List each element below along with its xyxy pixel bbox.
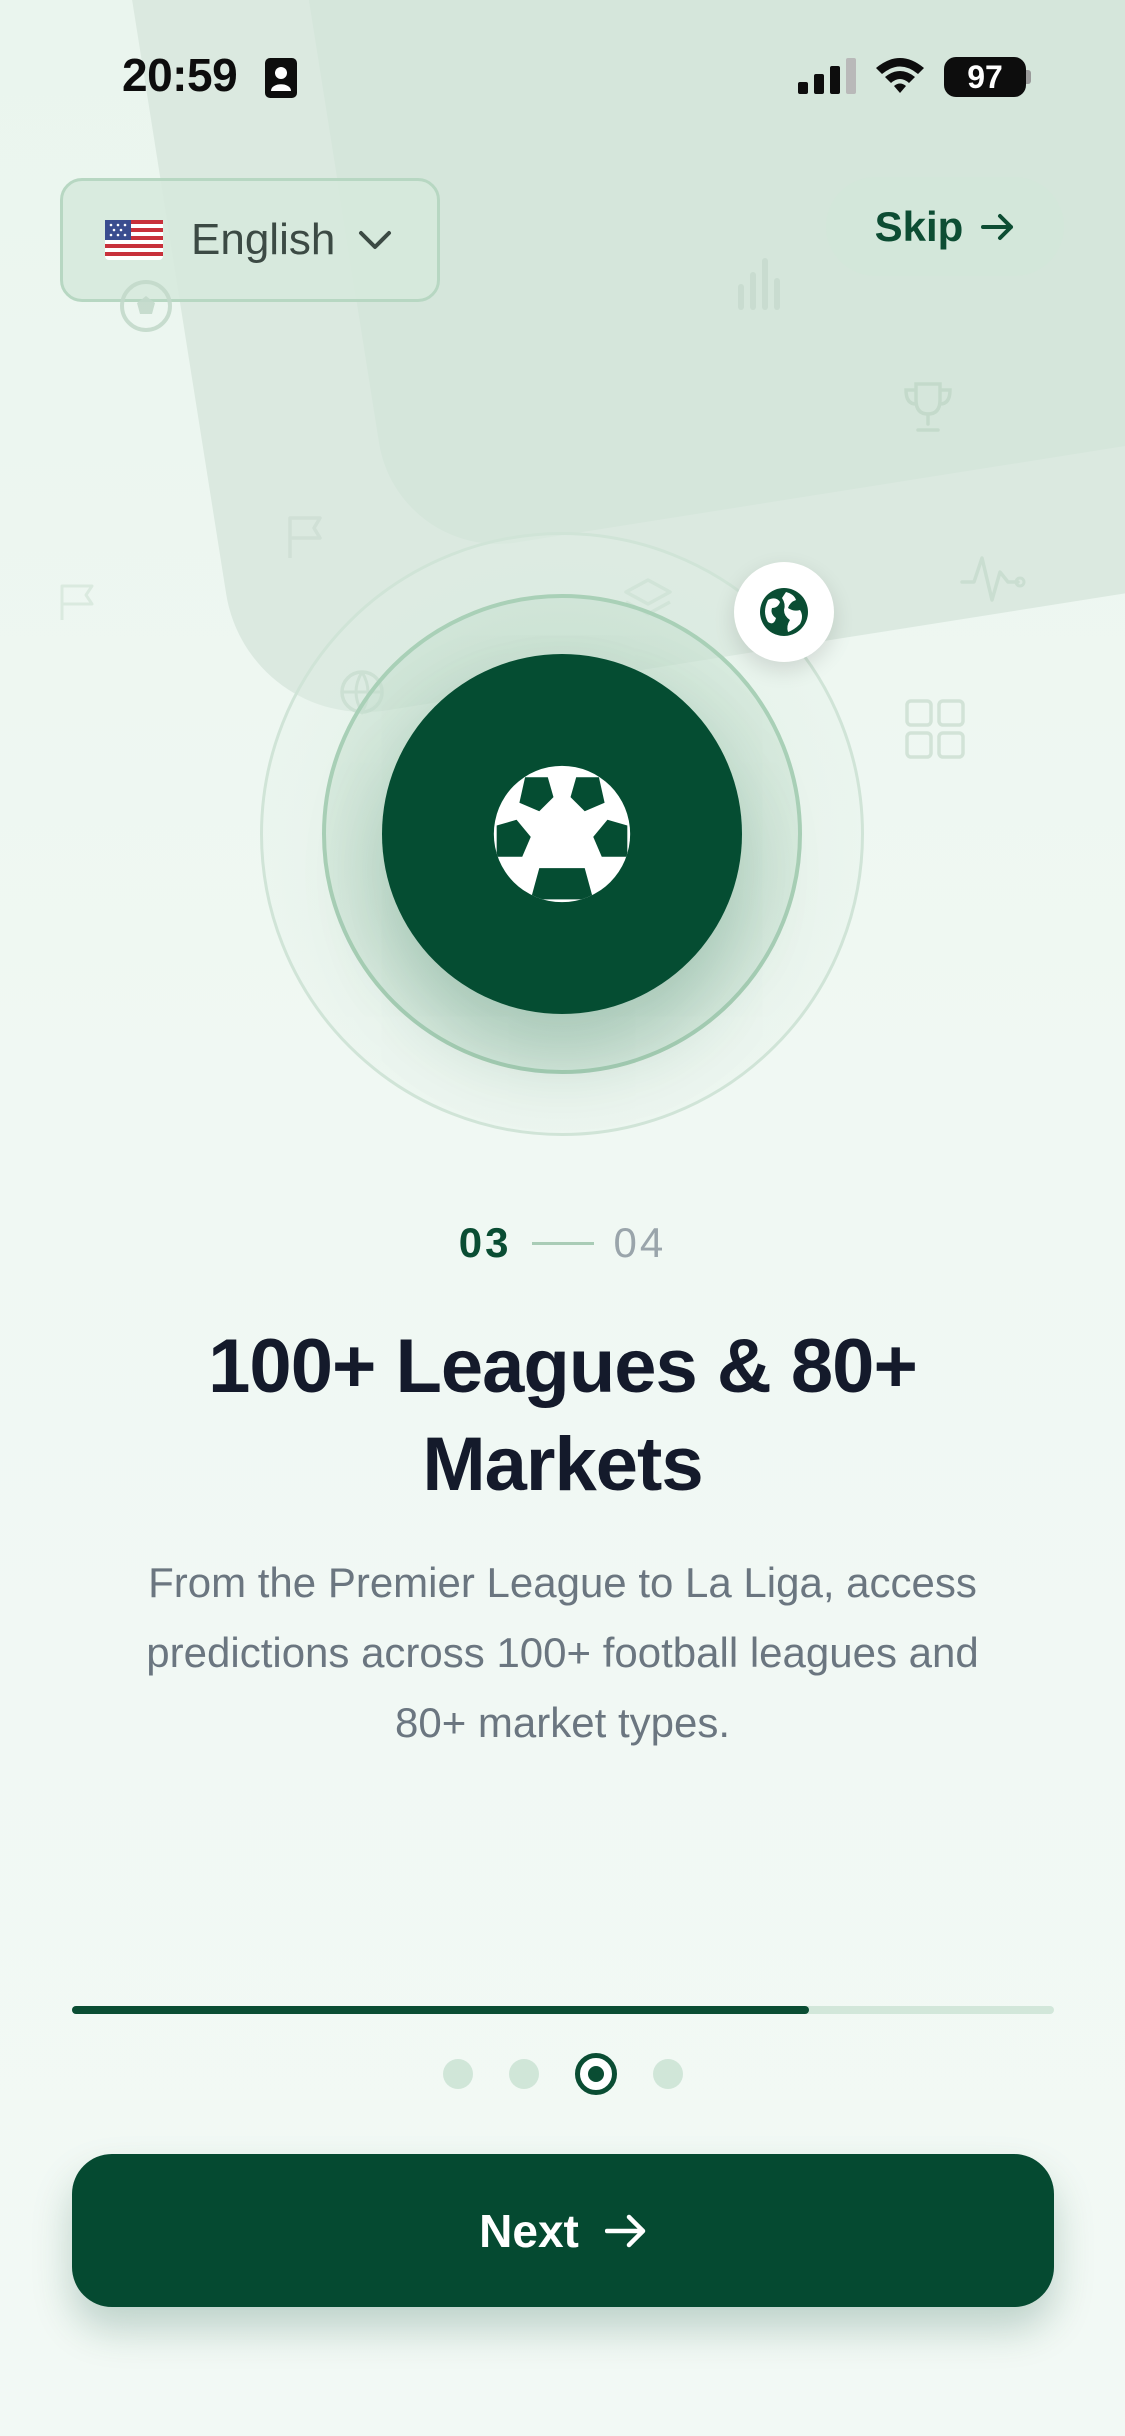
step-total: 04 — [613, 1219, 667, 1266]
page-dot[interactable] — [652, 2059, 683, 2089]
skip-label: Skip — [874, 202, 964, 250]
wifi-icon — [876, 58, 924, 93]
arrow-right-icon — [981, 213, 1014, 240]
page-title: 100+ Leagues & 80+ Markets — [208, 1324, 918, 1507]
soccer-ball-icon — [120, 280, 172, 332]
signal-icon — [798, 58, 856, 94]
pulse-icon — [960, 556, 1026, 602]
page-dot-active[interactable] — [574, 2053, 617, 2095]
globe-icon — [760, 588, 808, 636]
hero-circle — [382, 654, 742, 1014]
step-indicator: 03 04 — [0, 1218, 1125, 1268]
us-flag-icon — [105, 220, 163, 260]
onboarding-screen: 20:59 97 English Skip 03 04 100+ Leagues… — [0, 0, 1125, 2436]
next-button[interactable]: Next — [72, 2154, 1054, 2307]
progress-bar — [72, 2006, 1054, 2014]
flag-icon — [288, 516, 322, 558]
status-time: 20:59 — [122, 49, 238, 101]
grid-icon — [905, 699, 965, 759]
bar-chart-icon — [738, 258, 780, 310]
page-description: From the Premier League to La Liga, acce… — [146, 1559, 979, 1746]
language-selector[interactable]: English — [60, 178, 440, 302]
page-dot[interactable] — [508, 2059, 539, 2089]
battery-tip — [1026, 70, 1031, 84]
globe-badge — [734, 562, 834, 662]
chevron-down-icon — [359, 231, 392, 249]
next-label: Next — [479, 2204, 579, 2257]
id-card-icon — [265, 58, 297, 98]
page-dots — [0, 2052, 1125, 2096]
trophy-icon — [904, 382, 952, 432]
battery-indicator: 97 — [944, 57, 1026, 97]
status-bar: 20:59 97 — [0, 0, 1125, 150]
soccer-ball-icon — [493, 765, 631, 903]
flag-icon — [60, 584, 94, 620]
step-divider — [531, 1241, 594, 1245]
skip-button[interactable]: Skip — [826, 177, 1064, 276]
language-label: English — [191, 215, 336, 264]
arrow-right-icon — [604, 2214, 646, 2247]
page-dot[interactable] — [442, 2059, 473, 2089]
page-dot-core — [587, 2066, 604, 2082]
step-current: 03 — [458, 1219, 512, 1266]
progress-fill — [72, 2006, 809, 2014]
